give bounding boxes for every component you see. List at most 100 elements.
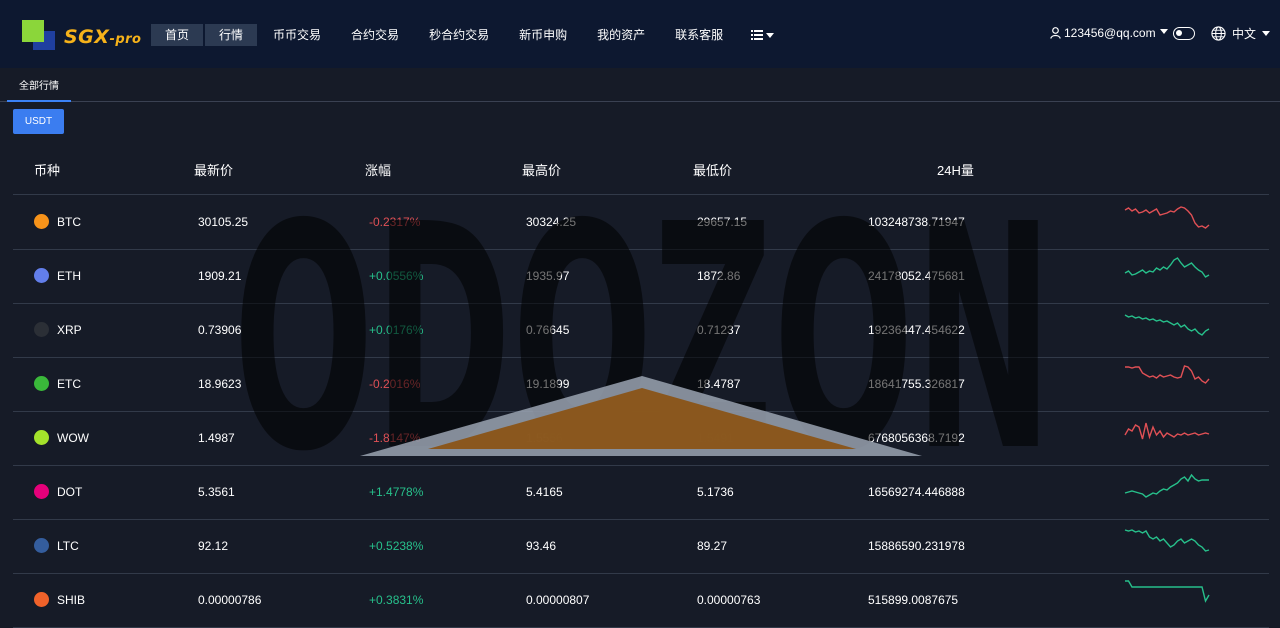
- volume-24h: 15886590.231978: [868, 539, 965, 553]
- table-row[interactable]: SHIB 0.00000786 +0.3831% 0.00000807 0.000007…: [0, 573, 1280, 627]
- table-row[interactable]: WOW 1.4987 -1.8147% 1.5556 1.5491 6768056368.…: [0, 411, 1280, 465]
- low-price: 29657.15: [697, 215, 748, 229]
- latest-price: 5.3561: [198, 485, 235, 499]
- polkadot-icon: [34, 484, 49, 499]
- low-price: 89.27: [697, 539, 728, 553]
- ethereum-icon: [34, 268, 49, 283]
- low-price: 0.00000763: [697, 593, 761, 607]
- sparkline-chart: [1125, 580, 1210, 603]
- coin-name: XRP: [57, 323, 82, 337]
- price-change: +0.0176%: [369, 323, 424, 337]
- low-price: 0.71237: [697, 323, 741, 337]
- sgx-pro-logo[interactable]: SGX-pro: [20, 20, 150, 50]
- user-dropdown-chevron-icon[interactable]: [1160, 29, 1168, 34]
- sparkline-path: [1124, 422, 1210, 440]
- price-change: -1.8147%: [369, 431, 421, 445]
- price-change: +1.4778%: [369, 485, 424, 499]
- latest-price: 1909.21: [198, 269, 242, 283]
- high-price: 1935.97: [526, 269, 570, 283]
- header-24h-volume[interactable]: 24H量: [937, 160, 974, 179]
- header-change[interactable]: 涨幅: [365, 160, 391, 179]
- sparkline-chart: [1124, 473, 1209, 498]
- sparkline-chart: [1124, 206, 1210, 229]
- table-row[interactable]: XRP 0.73906 +0.0176% 0.76645 0.71237 19236447…: [0, 303, 1280, 357]
- latest-price: 18.9623: [198, 377, 242, 391]
- price-change: -0.2317%: [369, 215, 421, 229]
- volume-24h: 24178052.475681: [868, 269, 965, 283]
- sparkline-chart: [1124, 257, 1210, 278]
- coin-name: ETH: [57, 269, 81, 283]
- sparkline-chart: [1125, 365, 1210, 384]
- high-price: 0.76645: [526, 323, 570, 337]
- user-icon: [1050, 27, 1061, 39]
- table-row[interactable]: BTC 30105.25 -0.2317% 30324.25 29657.15 10324…: [0, 195, 1280, 249]
- nav-new-coin-subscription[interactable]: 新币申购: [505, 24, 581, 46]
- header-high[interactable]: 最高价: [522, 160, 561, 179]
- nav-my-assets[interactable]: 我的资产: [583, 24, 659, 46]
- volume-24h: 103248738.71947: [868, 215, 965, 229]
- nav-contract-trading[interactable]: 合约交易: [337, 24, 413, 46]
- tab-all-markets[interactable]: 全部行情: [7, 79, 71, 102]
- high-price: 93.46: [526, 539, 557, 553]
- xrp-icon: [34, 322, 49, 337]
- low-price: 1872.86: [697, 269, 741, 283]
- nav-spot-trading[interactable]: 币币交易: [259, 24, 335, 46]
- toggle-knob: [1176, 30, 1182, 36]
- latest-price: 30105.25: [198, 215, 249, 229]
- coin-name: WOW: [57, 431, 89, 445]
- language-chevron-icon: [1262, 31, 1271, 36]
- sparkline-path: [1124, 473, 1209, 498]
- table-row[interactable]: ETH 1909.21 +0.0556% 1935.97 1872.86 24178052…: [0, 249, 1280, 303]
- table-row[interactable]: DOT 5.3561 +1.4778% 5.4165 5.1736 16569274.44…: [0, 465, 1280, 519]
- user-account-menu[interactable]: 123456@qq.com: [1050, 26, 1156, 40]
- low-price: 1.5491: [697, 431, 734, 445]
- table-row[interactable]: LTC 92.12 +0.5238% 93.46 89.27 15886590.23197…: [0, 519, 1280, 573]
- list-icon: [751, 30, 764, 40]
- wow-icon: [34, 430, 49, 445]
- latest-price: 1.4987: [198, 431, 235, 445]
- coin-name: LTC: [57, 539, 79, 553]
- volume-24h: 515899.0087675: [868, 593, 959, 607]
- high-price: 0.00000807: [526, 593, 590, 607]
- sparkline-path: [1124, 314, 1210, 336]
- header-coin[interactable]: 币种: [34, 160, 60, 179]
- nav-home[interactable]: 首页: [151, 24, 204, 46]
- sparkline-chart: [1124, 422, 1210, 440]
- usdt-quote-button[interactable]: USDT: [13, 109, 64, 134]
- sparkline-chart: [1124, 314, 1210, 336]
- high-price: 1.5556: [526, 431, 563, 445]
- sparkline-path: [1124, 257, 1210, 278]
- theme-toggle[interactable]: [1173, 27, 1195, 40]
- nav-markets[interactable]: 行情: [205, 24, 258, 46]
- sparkline-path: [1125, 580, 1210, 603]
- logo-square-green: [22, 20, 44, 42]
- coin-name: BTC: [57, 215, 81, 229]
- shiba-icon: [34, 592, 49, 607]
- coin-name: ETC: [57, 377, 81, 391]
- market-table-header: 币种 最新价 涨幅 最高价 最低价 24H量: [0, 150, 1280, 194]
- logo-wordmark: SGX-pro: [64, 26, 142, 48]
- sparkline-path: [1125, 365, 1210, 384]
- volume-24h: 16569274.446888: [868, 485, 965, 499]
- price-change: -0.2016%: [369, 377, 421, 391]
- low-price: 18.4787: [697, 377, 741, 391]
- latest-price: 0.73906: [198, 323, 242, 337]
- header-low[interactable]: 最低价: [693, 160, 732, 179]
- top-navigation-bar: SGX-pro 首页 行情 币币交易 合约交易 秒合约交易 新币申购 我的资产 …: [0, 0, 1280, 68]
- language-selector[interactable]: 中文: [1211, 25, 1271, 42]
- more-menu-button[interactable]: [739, 24, 780, 46]
- nav-second-contract[interactable]: 秒合约交易: [415, 24, 503, 46]
- globe-icon: [1211, 26, 1226, 41]
- nav-customer-service[interactable]: 联系客服: [661, 24, 737, 46]
- volume-24h: 19236447.454622: [868, 323, 965, 337]
- table-row[interactable]: ETC 18.9623 -0.2016% 19.1899 18.4787 18641755…: [0, 357, 1280, 411]
- header-latest-price[interactable]: 最新价: [194, 160, 233, 179]
- price-change: +0.3831%: [369, 593, 424, 607]
- volume-24h: 6768056368.7192: [868, 431, 965, 445]
- latest-price: 92.12: [198, 539, 229, 553]
- chevron-down-icon: [766, 32, 775, 38]
- bitcoin-icon: [34, 214, 49, 229]
- language-label: 中文: [1232, 27, 1257, 41]
- etc-icon: [34, 376, 49, 391]
- price-change: +0.0556%: [369, 269, 424, 283]
